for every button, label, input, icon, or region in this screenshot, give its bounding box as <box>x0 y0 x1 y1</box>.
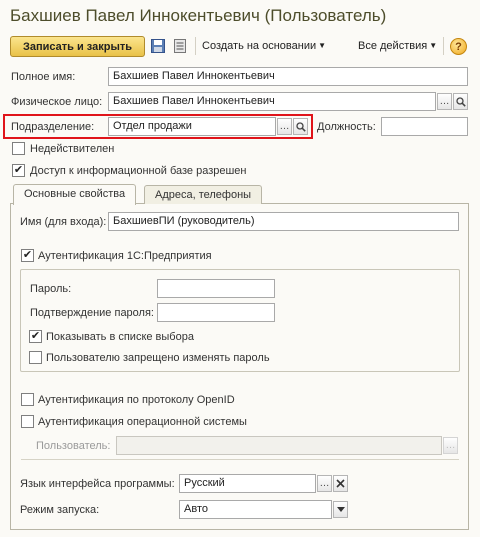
section-divider <box>21 459 459 460</box>
list-icon[interactable] <box>173 39 187 53</box>
ib-access-label: Доступ к информационной базе разрешен <box>30 165 247 177</box>
check-icon: ✔ <box>30 330 41 342</box>
auth-1c-checkbox[interactable]: ✔ <box>21 249 34 262</box>
os-user-input[interactable] <box>116 436 442 455</box>
search-icon[interactable] <box>453 93 468 110</box>
create-on-basis-menu[interactable]: Создать на основании ▼ <box>202 40 326 52</box>
login-input[interactable]: БахшиевПИ (руководитель) <box>108 212 459 231</box>
forbid-change-password-label: Пользователю запрещено изменять пароль <box>46 352 270 364</box>
launch-mode-label: Режим запуска: <box>20 504 100 516</box>
inactive-label: Недействителен <box>30 143 115 155</box>
full-name-input[interactable]: Бахшиев Павел Иннокентьевич <box>108 67 468 86</box>
chevron-down-icon: ▼ <box>318 41 327 50</box>
os-auth-checkbox[interactable] <box>21 415 34 428</box>
chevron-down-icon[interactable] <box>333 501 348 518</box>
window-title: Бахшиев Павел Иннокентьевич (Пользовател… <box>10 6 387 25</box>
ui-language-label: Язык интерфейса программы: <box>20 478 175 490</box>
os-auth-label: Аутентификация операционной системы <box>38 416 247 428</box>
check-icon: ✔ <box>13 164 24 176</box>
ellipsis-button[interactable]: … <box>437 93 452 110</box>
full-name-label: Полное имя: <box>11 71 76 83</box>
toolbar-separator <box>443 37 444 55</box>
password-confirm-label: Подтверждение пароля: <box>30 307 154 319</box>
chevron-down-icon: ▼ <box>429 41 438 50</box>
ellipsis-button[interactable]: … <box>443 437 458 454</box>
login-label: Имя (для входа): <box>20 216 107 228</box>
all-actions-menu[interactable]: Все действия ▼ <box>358 40 437 52</box>
password-label: Пароль: <box>30 283 72 295</box>
launch-mode-select[interactable]: Авто <box>179 500 332 519</box>
ui-language-input[interactable]: Русский <box>179 474 316 493</box>
show-in-list-label: Показывать в списке выбора <box>46 331 194 343</box>
password-confirm-input[interactable] <box>157 303 275 322</box>
inactive-checkbox[interactable] <box>12 142 25 155</box>
save-icon[interactable] <box>151 39 165 53</box>
toolbar-separator <box>195 37 196 55</box>
clear-icon[interactable] <box>333 475 348 492</box>
all-actions-label: Все действия <box>358 40 428 52</box>
position-label: Должность: <box>317 121 376 133</box>
person-input[interactable]: Бахшиев Павел Иннокентьевич <box>108 92 436 111</box>
auth-1c-label: Аутентификация 1С:Предприятия <box>38 250 212 262</box>
person-label: Физическое лицо: <box>11 96 103 108</box>
position-input[interactable] <box>381 117 468 136</box>
password-input[interactable] <box>157 279 275 298</box>
openid-checkbox[interactable] <box>21 393 34 406</box>
forbid-change-password-checkbox[interactable] <box>29 351 42 364</box>
show-in-list-checkbox[interactable]: ✔ <box>29 330 42 343</box>
tab-addresses-phones[interactable]: Адреса, телефоны <box>144 185 263 204</box>
create-on-basis-label: Создать на основании <box>202 40 317 52</box>
ib-access-checkbox[interactable]: ✔ <box>12 164 25 177</box>
openid-label: Аутентификация по протоколу OpenID <box>38 394 235 406</box>
ellipsis-button[interactable]: … <box>317 475 332 492</box>
os-user-label: Пользователь: <box>36 440 111 452</box>
help-icon[interactable]: ? <box>450 38 467 55</box>
department-highlight-box <box>3 114 313 139</box>
check-icon: ✔ <box>22 249 33 261</box>
tab-main-properties[interactable]: Основные свойства <box>13 184 137 205</box>
save-and-close-button[interactable]: Записать и закрыть <box>10 36 145 57</box>
